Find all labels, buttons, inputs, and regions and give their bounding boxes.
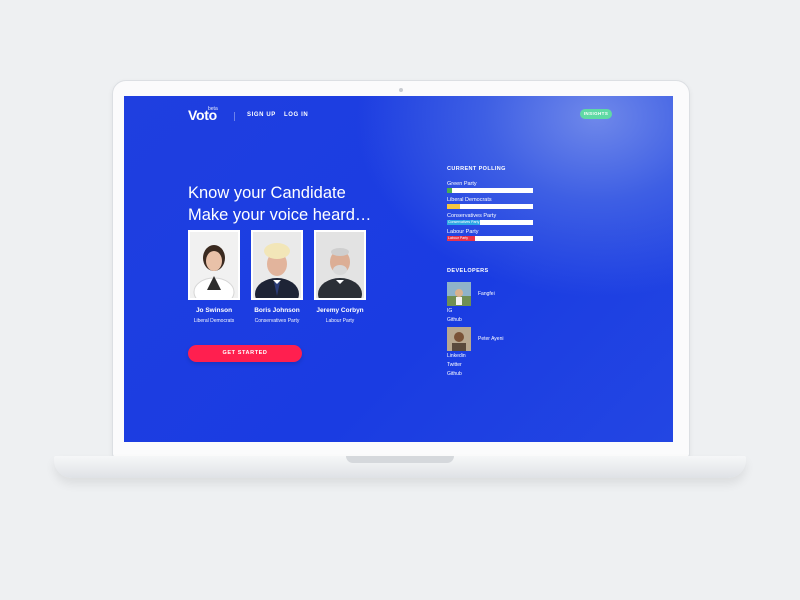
log-in-link[interactable]: LOG IN — [284, 112, 308, 118]
developer-link-ig[interactable]: IG — [447, 308, 452, 314]
poll-label: Liberal Democrats — [447, 197, 492, 203]
poll-bar-fill: Conservatives Party — [447, 220, 480, 225]
developer-link-twitter[interactable]: Twitter — [447, 362, 462, 368]
top-nav: Voto beta SIGN UP LOG IN INSIGHTS — [124, 104, 673, 124]
candidate-party: Liberal Democrats — [193, 318, 235, 324]
polling-title: CURRENT POLLING — [447, 166, 506, 172]
poll-label: Conservatives Party — [447, 213, 497, 219]
candidate-party: Labour Party — [325, 318, 355, 324]
poll-bar-fill — [447, 204, 460, 209]
portrait-jeremy-corbyn — [316, 232, 364, 298]
candidate-name: Boris Johnson — [254, 307, 300, 314]
poll-label: Green Party — [447, 181, 477, 187]
headline-line-2: Make your voice heard… — [188, 206, 372, 224]
hero-headline: Know your Candidate Make your voice hear… — [188, 182, 371, 226]
poll-bar — [447, 188, 533, 193]
poll-bar: Labour Party — [447, 236, 533, 241]
headline-line-1: Know your Candidate — [188, 184, 346, 202]
candidate-photo — [251, 230, 303, 300]
developer-avatar-fangfei[interactable] — [447, 282, 471, 306]
avatar-image — [447, 282, 471, 306]
camera-dot — [399, 88, 403, 92]
poll-item-conservatives: Conservatives Party Conservatives Party — [447, 213, 533, 225]
poll-item-green: Green Party — [447, 181, 533, 193]
beta-badge: beta — [208, 106, 218, 112]
nav-divider — [234, 112, 235, 121]
get-started-button[interactable]: GET STARTED — [188, 345, 302, 362]
developer-link-github[interactable]: Github — [447, 317, 462, 323]
developer-link-github[interactable]: Github — [447, 371, 462, 377]
poll-bar: Conservatives Party — [447, 220, 533, 225]
poll-item-labour: Labour Party Labour Party — [447, 229, 533, 241]
poll-label: Labour Party — [447, 229, 479, 235]
developer-avatar-peter-ayeni[interactable] — [447, 327, 471, 351]
poll-bar — [447, 204, 533, 209]
developer-link-linkedin[interactable]: Linkedin — [447, 353, 466, 359]
developer-name: Fangfei — [478, 291, 495, 297]
poll-bar-fill: Labour Party — [447, 236, 476, 241]
developer-name: Peter Ayeni — [478, 336, 504, 342]
candidate-card-boris-johnson[interactable]: Boris Johnson Conservatives Party — [251, 230, 303, 324]
insights-button[interactable]: INSIGHTS — [580, 109, 612, 119]
candidate-name: Jeremy Corbyn — [316, 307, 364, 314]
laptop-base — [54, 456, 746, 478]
candidate-card-jo-swinson[interactable]: Jo Swinson Liberal Democrats — [188, 230, 240, 324]
candidate-name: Jo Swinson — [195, 307, 233, 314]
avatar-image — [447, 327, 471, 351]
app-screen: Voto beta SIGN UP LOG IN INSIGHTS Know y… — [124, 96, 673, 442]
sign-up-link[interactable]: SIGN UP — [247, 112, 276, 118]
developers-title: DEVELOPERS — [447, 268, 489, 274]
candidate-photo — [314, 230, 366, 300]
portrait-boris-johnson — [253, 232, 301, 298]
candidate-party: Conservatives Party — [254, 318, 300, 324]
candidate-photo — [188, 230, 240, 300]
poll-item-liberal-democrats: Liberal Democrats — [447, 197, 533, 209]
candidate-card-jeremy-corbyn[interactable]: Jeremy Corbyn Labour Party — [314, 230, 366, 324]
portrait-jo-swinson — [190, 232, 238, 298]
poll-bar-fill — [447, 188, 453, 193]
laptop-notch — [346, 456, 454, 463]
